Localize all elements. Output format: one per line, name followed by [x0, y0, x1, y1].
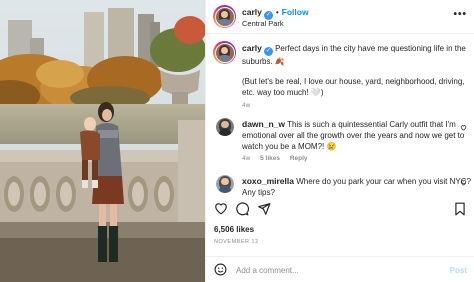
comment-text-1: Where do you park your car when you visi…: [296, 177, 471, 186]
caption-avatar[interactable]: [213, 41, 236, 64]
comment-line-1: xoxo_mirella Where do you park your car …: [242, 176, 471, 187]
comment-input[interactable]: Add a comment...: [236, 266, 299, 275]
comment-text-3: watch you be a MOM?! 😢: [242, 142, 337, 151]
post-header: carly ✓ • Follow Central Park •••: [206, 0, 474, 34]
heart-icon[interactable]: [214, 202, 228, 215]
emoji-icon[interactable]: [214, 263, 227, 276]
post-button[interactable]: Post: [450, 266, 467, 275]
more-options-icon[interactable]: •••: [453, 9, 467, 20]
post-sidebar: carly ✓ • Follow Central Park ••• carly ✓ Pe…: [205, 0, 474, 282]
caption-text-1: Perfect days in the city have me questio…: [275, 44, 466, 53]
comment-time: 4w: [242, 155, 251, 162]
share-icon[interactable]: [257, 202, 271, 216]
comment-bar: Add a comment... Post: [206, 256, 474, 282]
reply-button[interactable]: Reply: [290, 155, 308, 162]
verified-badge-icon: ✓: [263, 47, 273, 56]
comment-meta: 4w 5 likes Reply: [242, 155, 464, 162]
comment-username[interactable]: dawn_n_w: [242, 119, 285, 129]
photo-image: [0, 0, 205, 282]
bookmark-icon[interactable]: [454, 202, 466, 216]
header-separator: •: [275, 8, 279, 17]
comment-username[interactable]: xoxo_mirella: [242, 176, 294, 186]
comment-item: xoxo_mirella Where do you park your car …: [242, 176, 471, 198]
comment-likes[interactable]: 5 likes: [260, 155, 280, 162]
comment-item: dawn_n_w This is such a quintessential C…: [242, 119, 464, 162]
header-username[interactable]: carly: [242, 7, 262, 17]
caption-text-3: (But let's be real, I love our house, ya…: [242, 77, 465, 86]
caption-text-2: suburbs. 🍂: [242, 57, 285, 66]
caption-line-1: carly ✓ Perfect days in the city have me …: [242, 43, 470, 56]
action-bar: [206, 197, 474, 217]
likes-count[interactable]: 6,506 likes: [214, 225, 254, 234]
comment-icon[interactable]: [235, 202, 249, 216]
caption-time: 4w: [242, 102, 251, 109]
caption-text-4: etc. way too much! 🤍): [242, 88, 324, 97]
comment-line-1: dawn_n_w This is such a quintessential C…: [242, 119, 464, 130]
comment-like-heart-icon[interactable]: [460, 179, 467, 186]
caption: carly ✓ Perfect days in the city have me …: [242, 43, 470, 109]
follow-button[interactable]: Follow: [282, 7, 309, 17]
caption-username[interactable]: carly: [242, 43, 262, 53]
comment-text-1: This is such a quintessential Carly outf…: [287, 120, 456, 129]
location-link[interactable]: Central Park: [242, 19, 284, 28]
comment-text-2: emotional over all the growth over the y…: [242, 131, 465, 140]
comment-avatar[interactable]: [216, 118, 234, 136]
avatar[interactable]: [213, 5, 236, 28]
post-photo[interactable]: [0, 0, 205, 282]
post-frame: carly ✓ • Follow Central Park ••• carly ✓ Pe…: [0, 0, 474, 282]
comment-like-heart-icon[interactable]: [460, 124, 467, 131]
comment-avatar[interactable]: [216, 175, 234, 193]
post-date: NOVEMBER 12: [214, 239, 259, 245]
